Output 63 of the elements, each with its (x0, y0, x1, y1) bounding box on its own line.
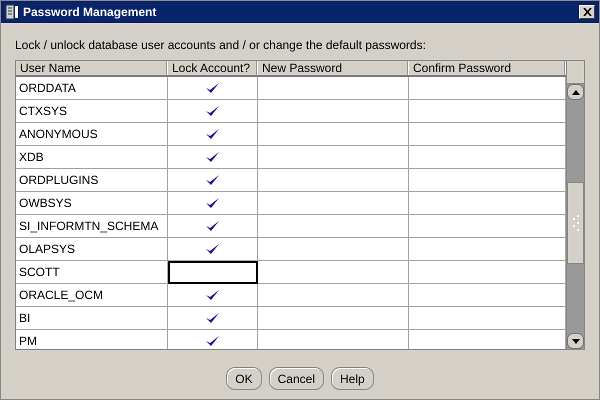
column-header[interactable]: Lock Account? (168, 61, 258, 75)
table-cell: ANONYMOUS (16, 123, 168, 146)
lock-checkbox[interactable] (168, 284, 258, 307)
close-icon (582, 8, 592, 16)
password-field[interactable] (258, 238, 409, 261)
password-field[interactable] (258, 192, 409, 215)
lock-checkbox[interactable] (168, 100, 258, 123)
instruction-text: Lock / unlock database user accounts and / or change the default passwords: (15, 38, 427, 52)
checkmark-icon (205, 128, 220, 140)
checkmark-icon (205, 105, 220, 117)
checkmark-icon (205, 151, 220, 163)
table-cell: SI_INFORMTN_SCHEMA (16, 215, 168, 238)
checkmark-icon (205, 174, 220, 186)
table-cell: ORDPLUGINS (16, 169, 168, 192)
help-button[interactable]: Help (331, 367, 374, 390)
password-field[interactable] (258, 307, 409, 330)
checkmark-icon (205, 243, 220, 255)
cancel-button[interactable]: Cancel (268, 367, 324, 390)
table-cell: XDB (16, 146, 168, 169)
table-cell: CTXSYS (16, 100, 168, 123)
checkmark-icon (205, 220, 220, 232)
scroll-up-button[interactable] (567, 84, 584, 100)
lock-checkbox[interactable] (168, 238, 258, 261)
table-cell: SCOTT (16, 261, 168, 284)
down-arrow-icon (572, 338, 580, 344)
checkmark-icon (205, 197, 220, 209)
table-cell: ORACLE_OCM (16, 284, 168, 307)
close-button[interactable] (579, 5, 595, 19)
password-field[interactable] (258, 146, 409, 169)
scroll-down-button[interactable] (567, 333, 584, 349)
ok-button[interactable]: OK (226, 367, 262, 390)
column-header[interactable]: User Name (16, 61, 168, 75)
checkmark-icon (205, 289, 220, 301)
grip-icon (572, 215, 578, 231)
column-header[interactable]: New Password (258, 61, 409, 75)
table-cell: PM (16, 330, 168, 349)
lock-checkbox[interactable] (168, 192, 258, 215)
table-cell: ORDDATA (16, 77, 168, 100)
lock-checkbox[interactable] (168, 261, 258, 284)
lock-checkbox[interactable] (168, 215, 258, 238)
scroll-thumb[interactable] (567, 182, 584, 264)
password-field[interactable] (258, 215, 409, 238)
scrollbar[interactable] (566, 61, 584, 349)
password-field[interactable] (258, 284, 409, 307)
table-cell: OLAPSYS (16, 238, 168, 261)
password-field[interactable] (258, 123, 409, 146)
table-cell: BI (16, 307, 168, 330)
password-field[interactable] (258, 100, 409, 123)
table-cell: OWBSYS (16, 192, 168, 215)
password-field[interactable] (258, 261, 409, 284)
up-arrow-icon (572, 90, 580, 94)
window-title: Password Management (23, 5, 158, 19)
password-field[interactable] (258, 77, 409, 100)
checkmark-icon (205, 312, 220, 324)
lock-checkbox[interactable] (168, 307, 258, 330)
password-field[interactable] (258, 169, 409, 192)
lock-checkbox[interactable] (168, 146, 258, 169)
lock-checkbox[interactable] (168, 77, 258, 100)
checkmark-icon (205, 82, 220, 94)
lock-checkbox[interactable] (168, 169, 258, 192)
lock-checkbox[interactable] (168, 123, 258, 146)
checkmark-icon (205, 335, 220, 347)
app-icon (5, 4, 19, 20)
